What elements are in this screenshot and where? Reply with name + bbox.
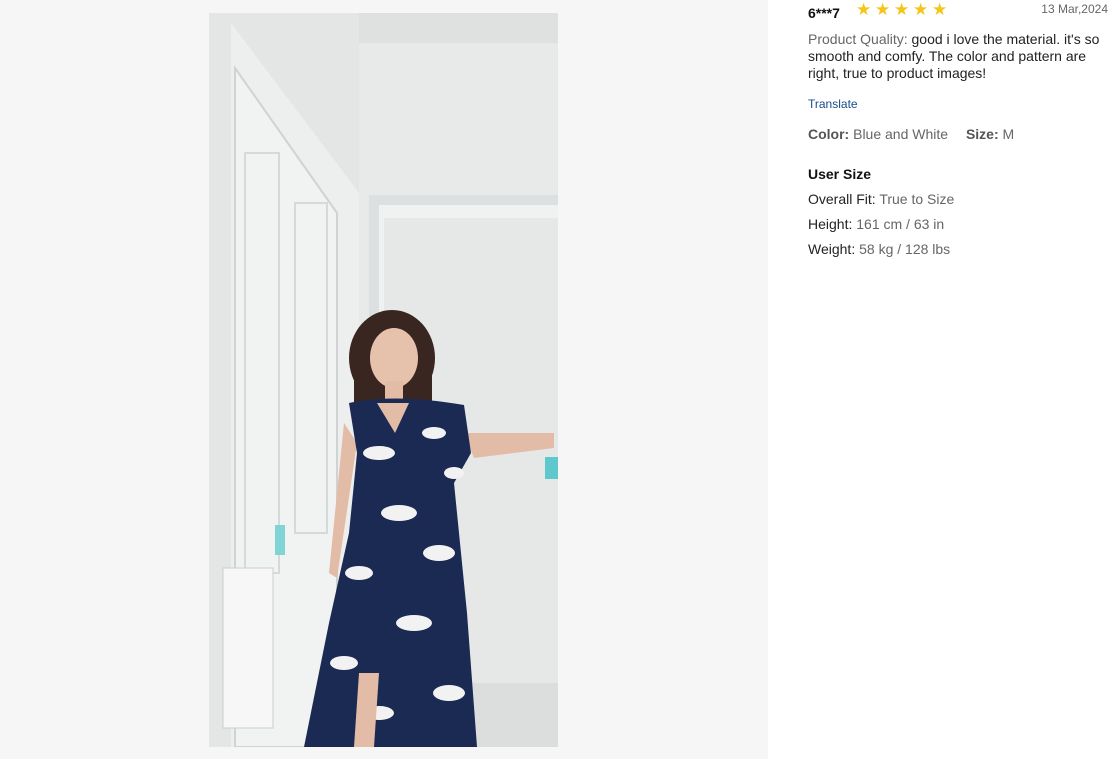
- review-viewer: 6***7 ★ ★ ★ ★ ★ 13 Mar,2024 Product Qual…: [0, 0, 1112, 759]
- star-icon: ★: [932, 0, 948, 19]
- color-label: Color:: [808, 126, 850, 142]
- fit-label: Overall Fit:: [808, 191, 876, 207]
- star-icon: ★: [856, 0, 872, 19]
- size-label: Size:: [965, 126, 999, 142]
- review-panel: 6***7 ★ ★ ★ ★ ★ 13 Mar,2024 Product Qual…: [808, 0, 1108, 257]
- weight-row: Weight: 58 kg / 128 lbs: [808, 241, 1108, 257]
- size-value: M: [1002, 126, 1015, 142]
- star-rating: ★ ★ ★ ★ ★: [856, 1, 951, 18]
- review-text: Product Quality: good i love the materia…: [808, 31, 1108, 82]
- weight-value: 58 kg / 128 lbs: [859, 241, 951, 257]
- star-icon: ★: [875, 0, 891, 19]
- height-label: Height:: [808, 216, 853, 232]
- review-photo[interactable]: [209, 13, 558, 747]
- user-size-title: User Size: [808, 166, 872, 182]
- translate-link[interactable]: Translate: [808, 97, 858, 111]
- weight-label: Weight:: [808, 241, 856, 257]
- quality-label: Product Quality:: [808, 31, 908, 47]
- star-icon: ★: [894, 0, 910, 19]
- overall-fit-row: Overall Fit: True to Size: [808, 191, 1108, 207]
- height-row: Height: 161 cm / 63 in: [808, 216, 1108, 232]
- review-header: 6***7 ★ ★ ★ ★ ★ 13 Mar,2024: [808, 0, 1108, 28]
- fit-value: True to Size: [879, 191, 955, 207]
- review-photo-image: [209, 13, 558, 747]
- image-pane: [0, 0, 768, 759]
- reviewer-name: 6***7: [808, 5, 840, 21]
- color-value: Blue and White: [853, 126, 949, 142]
- review-date: 13 Mar,2024: [1041, 2, 1108, 16]
- height-value: 161 cm / 63 in: [856, 216, 945, 232]
- color-size-row: Color: Blue and White Size: M: [808, 126, 1108, 142]
- star-icon: ★: [913, 0, 929, 19]
